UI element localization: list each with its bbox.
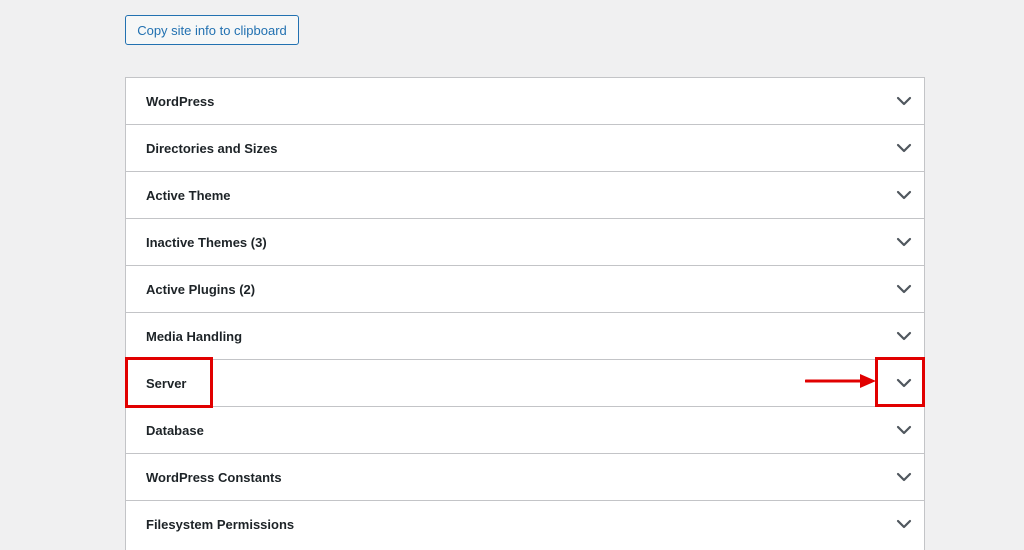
chevron-down-icon[interactable] (893, 467, 915, 487)
accordion-item-active-plugins[interactable]: Active Plugins (2) (126, 266, 924, 313)
chevron-down-icon[interactable] (893, 514, 915, 534)
site-info-accordion: WordPress Directories and Sizes Active T… (125, 77, 925, 550)
chevron-down-icon[interactable] (893, 326, 915, 346)
accordion-item-label: WordPress Constants (146, 470, 282, 485)
site-health-info-page: Copy site info to clipboard WordPress Di… (0, 0, 1024, 550)
accordion-item-database[interactable]: Database (126, 407, 924, 454)
accordion-item-label: Database (146, 423, 204, 438)
accordion-item-label: Media Handling (146, 329, 243, 344)
accordion-item-filesystem-permissions[interactable]: Filesystem Permissions (126, 501, 924, 548)
chevron-down-icon[interactable] (893, 420, 915, 440)
chevron-down-icon[interactable] (893, 373, 915, 393)
accordion-item-label: WordPress (146, 94, 215, 109)
chevron-down-icon[interactable] (893, 91, 915, 111)
accordion-item-active-theme[interactable]: Active Theme (126, 172, 924, 219)
accordion-item-directories-and-sizes[interactable]: Directories and Sizes (126, 125, 924, 172)
accordion-item-media-handling[interactable]: Media Handling (126, 313, 924, 360)
accordion-item-label: Active Theme (146, 188, 231, 203)
accordion-item-label: Directories and Sizes (146, 141, 278, 156)
accordion-item-label: Inactive Themes (3) (146, 235, 267, 250)
accordion-item-label: Filesystem Permissions (146, 517, 295, 532)
accordion-item-wordpress-constants[interactable]: WordPress Constants (126, 454, 924, 501)
chevron-down-icon[interactable] (893, 232, 915, 252)
accordion-item-inactive-themes[interactable]: Inactive Themes (3) (126, 219, 924, 266)
chevron-down-icon[interactable] (893, 185, 915, 205)
chevron-down-icon[interactable] (893, 138, 915, 158)
accordion-item-server[interactable]: Server (126, 360, 924, 407)
accordion-item-label: Server (146, 376, 187, 391)
chevron-down-icon[interactable] (893, 279, 915, 299)
accordion-item-label: Active Plugins (2) (146, 282, 256, 297)
accordion-item-wordpress[interactable]: WordPress (126, 78, 924, 125)
copy-site-info-button[interactable]: Copy site info to clipboard (125, 15, 299, 45)
